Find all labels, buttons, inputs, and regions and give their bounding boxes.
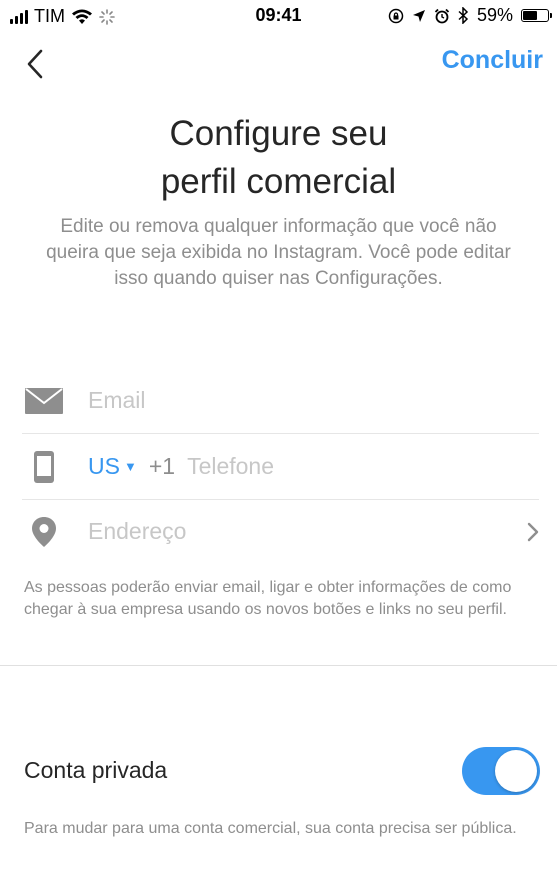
email-field[interactable] (88, 387, 539, 414)
status-bar-right: 59% (388, 5, 552, 26)
address-row[interactable] (22, 499, 539, 564)
done-button[interactable]: Concluir (442, 46, 543, 75)
chevron-left-icon (27, 49, 43, 79)
location-pin-icon (22, 510, 66, 554)
battery-icon (521, 9, 552, 22)
location-icon (412, 9, 425, 22)
section-divider (0, 665, 557, 666)
caret-down-icon: ▼ (123, 459, 137, 474)
chevron-right-icon[interactable] (519, 522, 539, 542)
phone-field[interactable] (187, 453, 539, 480)
page-subtitle: Edite ou remova qualquer informação que … (46, 216, 511, 289)
phone-row: US ▼ +1 (22, 434, 539, 500)
contact-help-text: As pessoas poderão enviar email, ligar e… (24, 579, 512, 618)
page-title: Configure seu perfil comercial (60, 110, 497, 206)
country-code-selector[interactable]: US ▼ (88, 453, 137, 480)
dial-code: +1 (148, 453, 176, 479)
private-account-label: Conta privada (24, 757, 168, 783)
phone-icon (22, 445, 66, 489)
private-account-help-text: Para mudar para uma conta comercial, sua… (24, 820, 517, 837)
page-title-line-1: Configure seu (169, 114, 388, 153)
battery-level (523, 11, 538, 20)
back-button[interactable] (18, 44, 52, 84)
email-row (22, 368, 539, 434)
address-field[interactable] (88, 518, 519, 545)
private-account-toggle[interactable] (462, 747, 540, 795)
battery-percent: 59% (476, 5, 513, 25)
mail-icon (22, 379, 66, 423)
rotation-lock-icon (388, 8, 404, 23)
status-bar: TIM 09:41 59% (0, 0, 557, 34)
country-code: US (88, 453, 120, 479)
page-title-line-2: perfil comercial (160, 162, 397, 201)
toggle-knob (495, 750, 537, 792)
bluetooth-icon (458, 7, 469, 24)
alarm-icon (434, 8, 450, 23)
